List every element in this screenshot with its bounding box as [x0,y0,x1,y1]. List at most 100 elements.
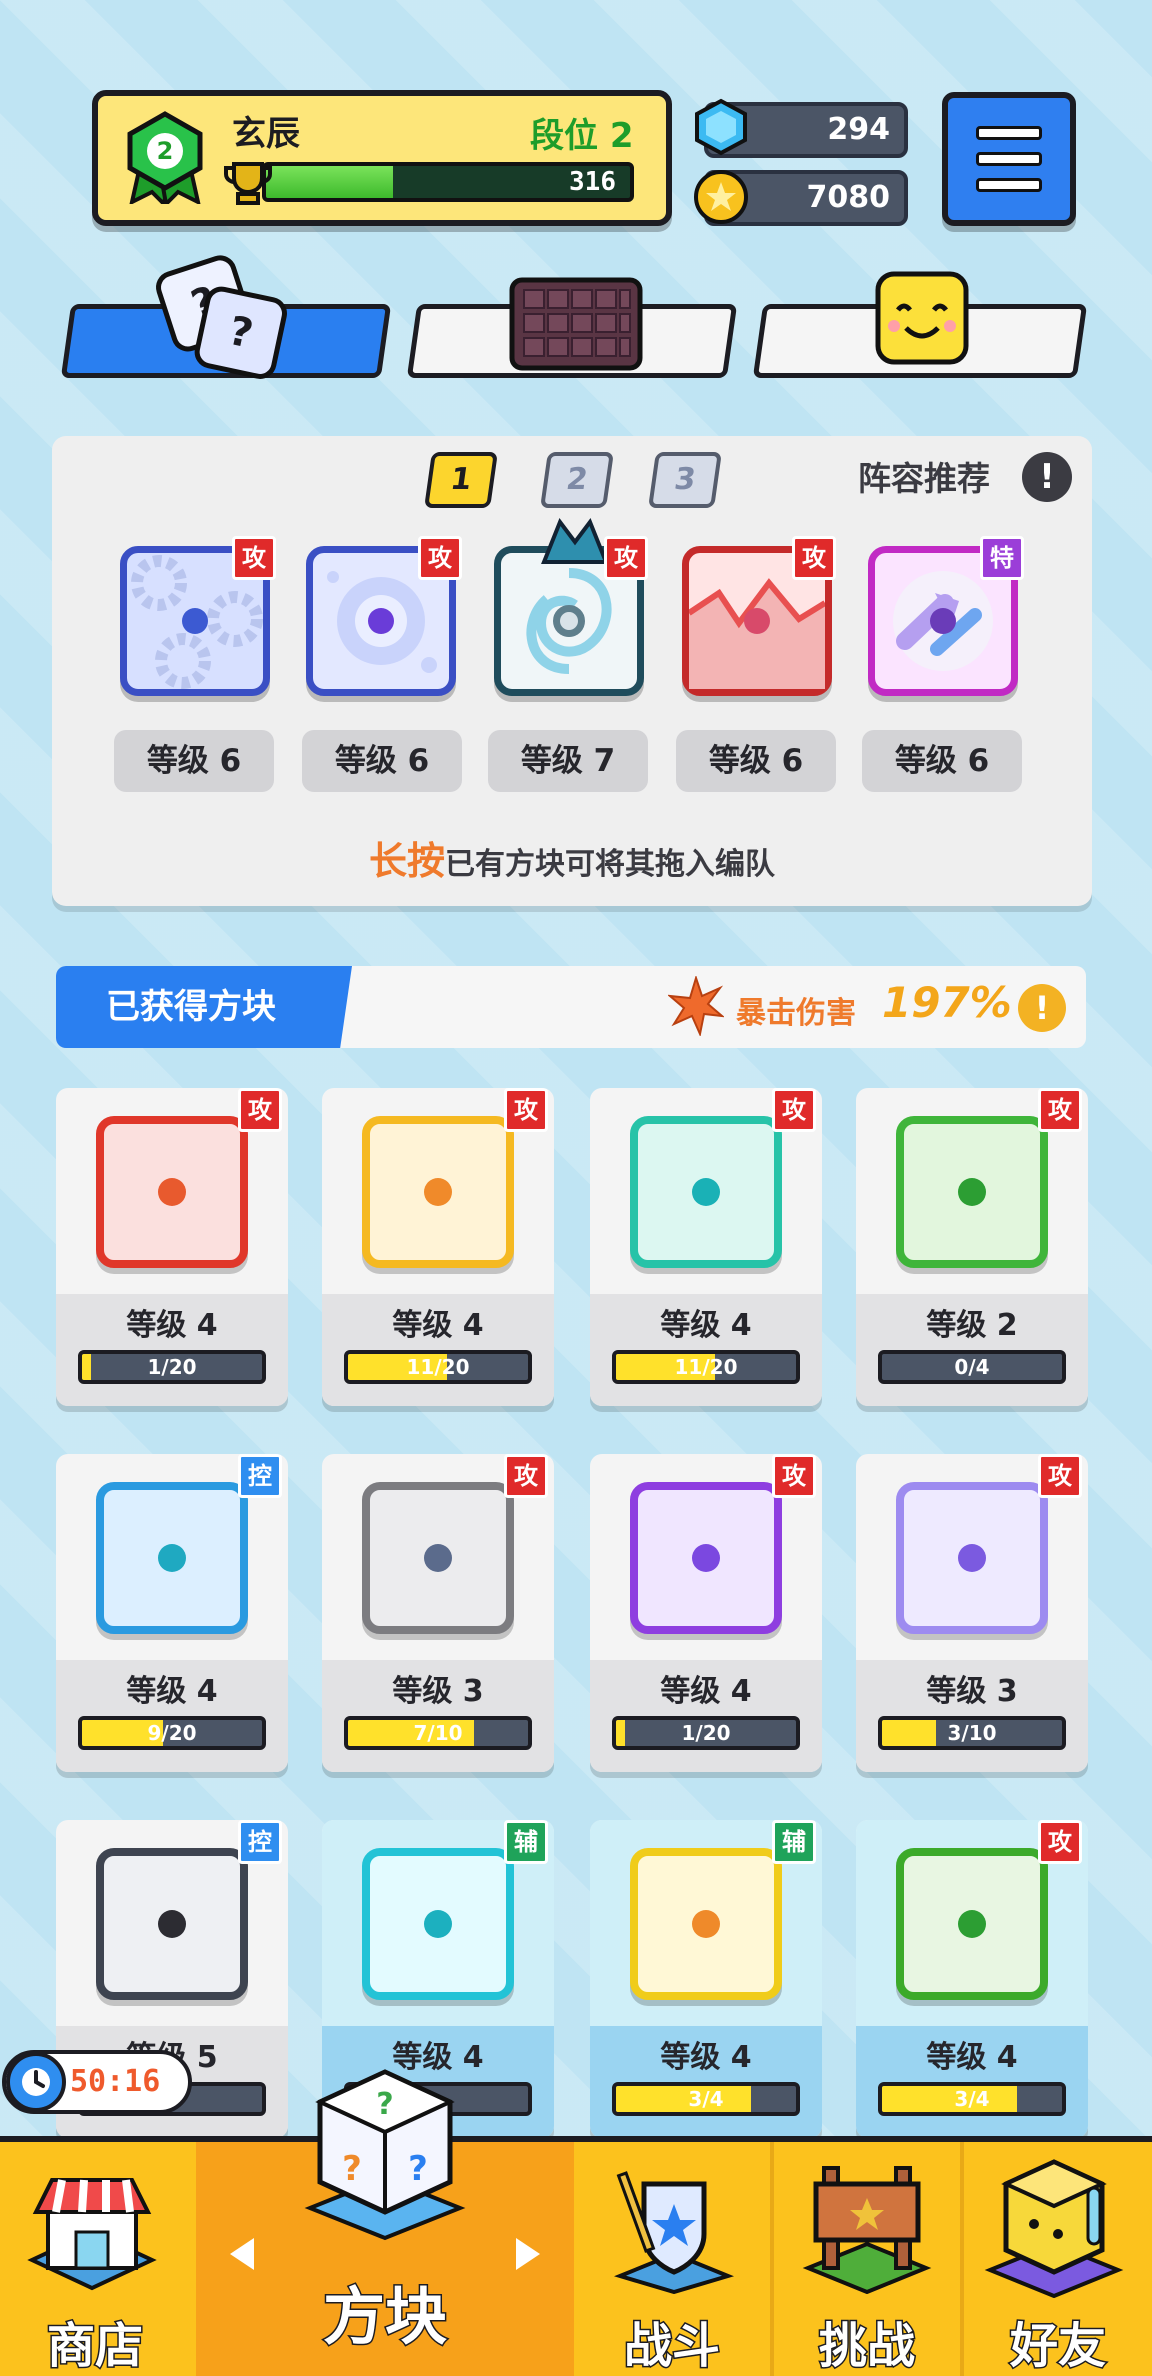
mystery-dice-icon: ? ? ? [304,2069,466,2241]
svg-text:?: ? [342,2149,362,2189]
dice-card[interactable]: 攻等级 4 11/20 [322,1088,554,1406]
shop-icon [27,2178,157,2291]
type-tag-special: 特 [980,536,1024,580]
trophy-icon [224,162,272,205]
card-level: 等级 3 [926,1674,1018,1709]
lineup-die-4-level: 等级 6 [676,730,836,792]
dice-card[interactable]: 攻等级 4 3/4 [856,1820,1088,2138]
dice-tab-icon: ? ? [156,255,287,379]
type-tag-attack: 攻 [504,1454,548,1498]
lineup-page-3-button[interactable]: 3 [648,452,722,508]
dice-card[interactable]: 控等级 4 9/20 [56,1454,288,1772]
crit-damage-label: 暴击伤害 [736,996,856,1031]
plus-die-icon [362,1848,514,2000]
card-level: 等级 4 [392,1308,484,1343]
lineup-die-2-level: 等级 6 [302,730,462,792]
card-progress-text: 3/10 [947,1721,997,1745]
card-level: 等级 4 [660,1674,752,1709]
mystery-die-icon [896,1482,1048,1634]
xp-progress-fill [266,166,394,198]
lineup-recommend-label[interactable]: 阵容推荐 [858,452,990,500]
ice-die-icon [96,1482,248,1634]
type-tag-attack: 攻 [238,1088,282,1132]
crit-info-icon[interactable]: ! [1018,984,1066,1032]
card-progress-text: 1/20 [147,1355,197,1379]
lineup-die-3-level: 等级 7 [488,730,648,792]
nav-friends[interactable]: 好友 [964,2142,1152,2376]
type-tag-attack: 攻 [1038,1088,1082,1132]
xp-value: 316 [569,167,616,197]
card-level: 等级 4 [926,2040,1018,2075]
card-progress-bar: 7/10 [344,1716,532,1750]
lineup-die-1-level: 等级 6 [114,730,274,792]
card-progress-bar: 11/20 [344,1350,532,1384]
friends-icon [984,2159,1124,2298]
electric-die-icon [362,1116,514,1268]
crit-burst-icon [668,976,724,1036]
card-level: 等级 2 [926,1308,1018,1343]
card-level: 等级 4 [126,1674,218,1709]
lineup-page-2-button[interactable]: 2 [540,452,614,508]
battle-shield-icon [614,2171,734,2294]
type-tag-attack: 攻 [1038,1454,1082,1498]
drag-hint: 长按已有方块可将其拖入编队 [52,830,1092,885]
hint-text: 已有方块可将其拖入编队 [445,847,775,882]
coin-icon [694,170,748,224]
xp-progress-bar: 316 [262,162,634,202]
hint-emphasis: 长按 [368,839,445,883]
dice-card[interactable]: 攻等级 2 0/4 [856,1088,1088,1406]
arrows-die-icon [630,1482,782,1634]
card-progress-bar: 1/20 [612,1716,800,1750]
card-progress-text: 9/20 [147,1721,197,1745]
type-tag-attack: 攻 [418,536,462,580]
dice-card[interactable]: 攻等级 4 1/20 [56,1088,288,1406]
svg-text:?: ? [376,2087,393,2122]
type-tag-support: 辅 [504,1820,548,1864]
dice-card[interactable]: 辅等级 4 3/4 [590,1820,822,2138]
coin-count: 7080 [806,180,891,215]
dice-card[interactable]: 攻等级 4 11/20 [590,1088,822,1406]
rank-number: 2 [157,137,174,165]
type-tag-attack: 攻 [604,536,648,580]
card-progress-text: 0/4 [954,1355,990,1379]
lineup-die-5-level: 等级 6 [862,730,1022,792]
poison-die-icon [896,1116,1048,1268]
nav-challenge[interactable]: 挑战 [774,2142,960,2376]
thorn-die-icon [896,1848,1048,2000]
obtained-dice-label: 已获得方块 [56,966,352,1048]
nav-shop[interactable]: 商店 [0,2142,190,2376]
card-progress-bar: 3/10 [878,1716,1066,1750]
type-tag-attack: 攻 [232,536,276,580]
dice-card[interactable]: 攻等级 3 7/10 [322,1454,554,1772]
nav-dice[interactable]: ? ? ? 方块 [196,2069,574,2376]
lineup-page-1-button[interactable]: 1 [424,452,498,508]
card-progress-bar: 3/4 [878,2082,1066,2116]
type-tag-attack: 攻 [772,1088,816,1132]
challenge-sign-icon [802,2166,932,2294]
menu-icon [976,126,1042,140]
card-progress-text: 3/4 [688,2087,724,2111]
type-tag-attack: 攻 [504,1088,548,1132]
card-level: 等级 3 [392,1674,484,1709]
card-level: 等级 4 [660,2040,752,2075]
recommend-info-icon[interactable]: ! [1022,452,1072,502]
nav-battle[interactable]: 战斗 [574,2142,770,2376]
crit-damage-value: 197% [882,978,1012,1027]
gem-icon [695,98,747,156]
gear-die-icon [362,1482,514,1634]
card-progress-bar: 9/20 [78,1716,266,1750]
wind-die-icon [630,1116,782,1268]
nav-friends-label: 好友 [1008,2317,1107,2376]
main-menu-button[interactable] [942,92,1076,226]
card-progress-text: 11/20 [406,1355,470,1379]
type-tag-attack: 攻 [1038,1820,1082,1864]
rank-badge-icon: 2 [127,111,203,204]
card-progress-text: 7/10 [413,1721,463,1745]
dice-card[interactable]: 攻等级 4 1/20 [590,1454,822,1772]
dice-card[interactable]: 攻等级 3 3/10 [856,1454,1088,1772]
nav-battle-label: 战斗 [622,2317,721,2376]
lock-die-icon [96,1848,248,2000]
shop-timer: 50:16 [70,2064,161,2099]
nav-shop-label: 商店 [45,2317,144,2376]
card-progress-text: 1/20 [681,1721,731,1745]
